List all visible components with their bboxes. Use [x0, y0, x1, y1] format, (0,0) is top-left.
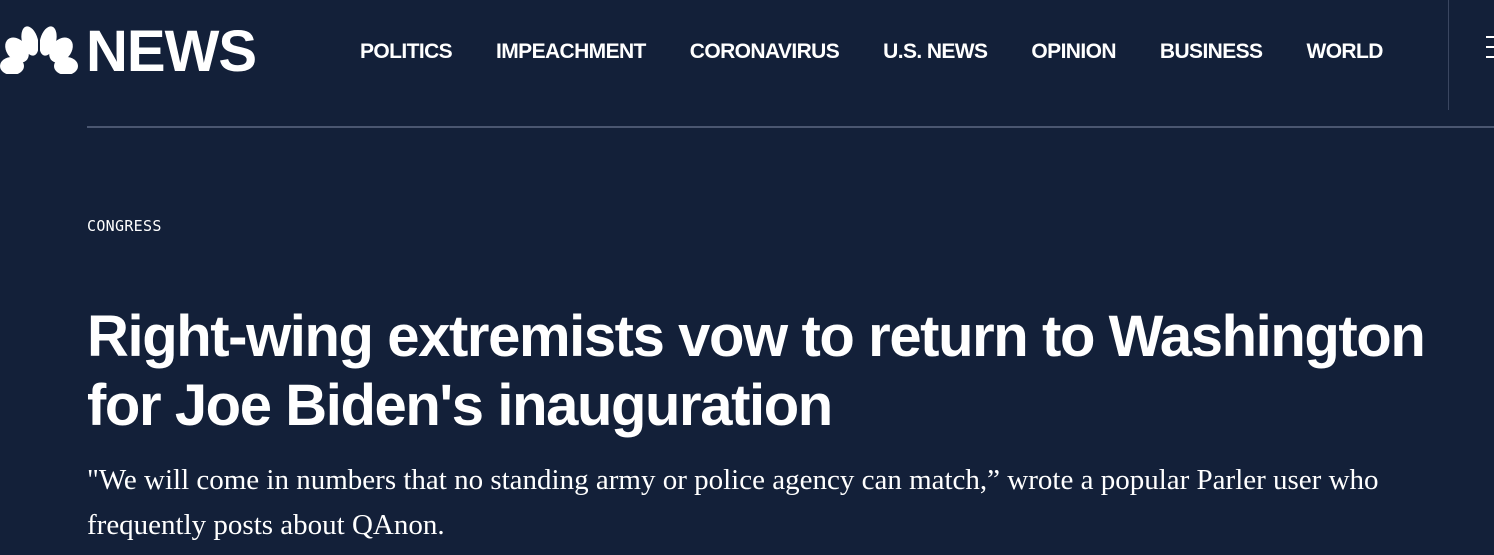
logo-text: NEWS	[86, 19, 257, 84]
nav-divider	[1448, 0, 1449, 110]
nbc-peacock-icon	[0, 26, 78, 78]
nav-item-politics[interactable]: POLITICS	[360, 38, 453, 66]
hamburger-menu-icon[interactable]	[1486, 36, 1494, 66]
nav-item-opinion[interactable]: OPINION	[1031, 38, 1116, 66]
nav-item-business[interactable]: BUSINESS	[1160, 38, 1263, 66]
nav-item-coronavirus[interactable]: CORONAVIRUS	[690, 38, 840, 66]
section-eyebrow-link[interactable]: CONGRESS	[87, 217, 162, 235]
article-headline: Right-wing extremists vow to return to W…	[87, 304, 1426, 438]
article-dek: "We will come in numbers that no standin…	[87, 464, 1379, 541]
nav-item-impeachment[interactable]: IMPEACHMENT	[496, 38, 646, 66]
nav-item-us-news[interactable]: U.S. NEWS	[883, 38, 988, 66]
nbc-news-logo[interactable]: NEWS	[0, 19, 257, 84]
main-nav: POLITICS IMPEACHMENT CORONAVIRUS U.S. NE…	[360, 38, 1427, 66]
site-header: NEWS POLITICS IMPEACHMENT CORONAVIRUS U.…	[0, 0, 1494, 110]
header-divider	[87, 126, 1494, 128]
nav-item-world[interactable]: WORLD	[1306, 38, 1383, 66]
